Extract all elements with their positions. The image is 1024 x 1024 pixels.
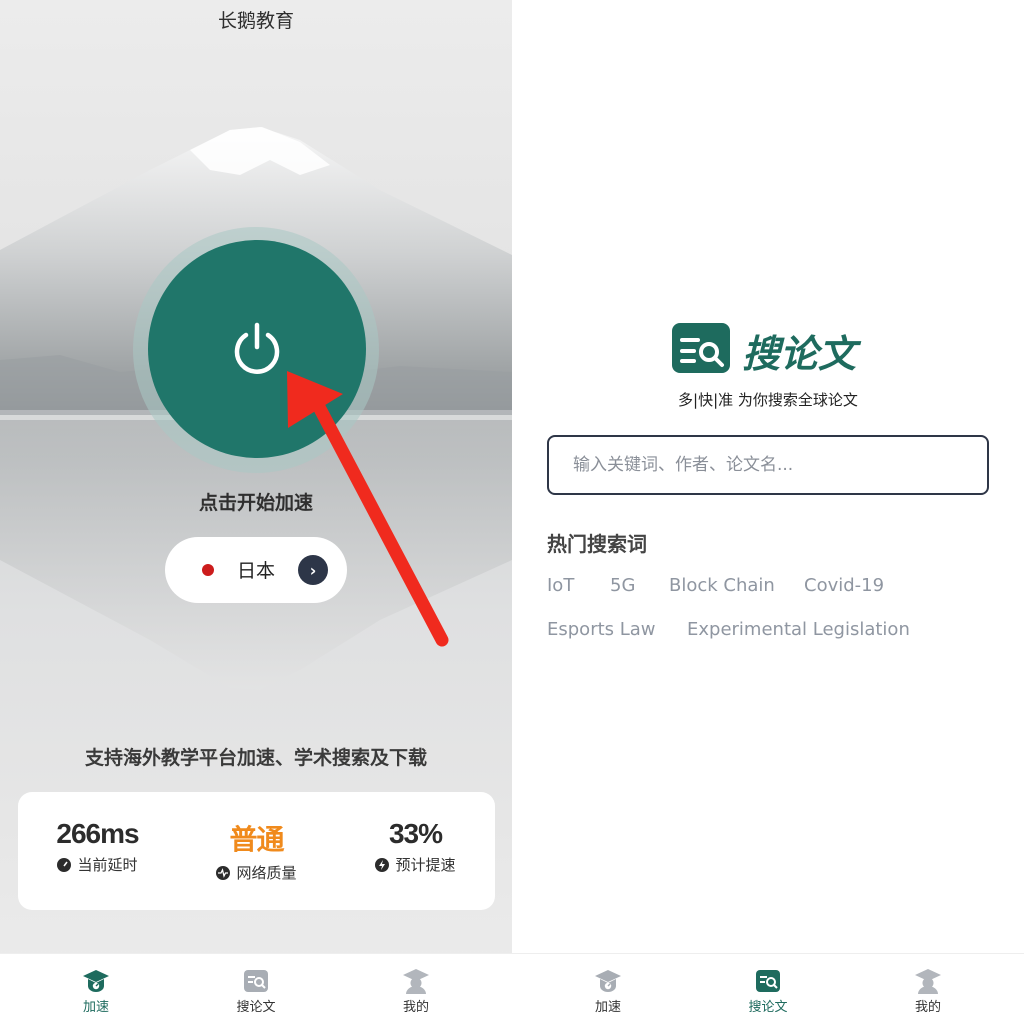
speedup-value: 33% [388,818,443,849]
slogan: 多|快|准 为你搜索全球论文 [678,391,858,409]
tab-profile[interactable]: 我的 [331,954,501,1024]
quality-stat: 普通 网络质量 [177,818,336,883]
tab-profile-label: 我的 [402,1000,429,1015]
hot-tag-covid-19[interactable]: Covid-19 [804,575,884,596]
quality-label-row: 网络质量 [177,862,336,883]
speedup-stat: 33% 预计提速 [336,818,495,875]
region-name: 日本 [237,560,276,582]
tab-search-paper-label: 搜论文 [748,1000,788,1015]
speedup-label: 预计提速 [395,856,456,874]
search-paper-icon [756,970,780,992]
paper-search-input[interactable] [547,435,989,495]
profile-cap-icon [403,969,429,994]
hot-search-title: 热门搜索词 [547,532,647,556]
latency-label-row: 当前延时 [18,854,177,875]
hot-tag-experimental-legislation[interactable]: Experimental Legislation [687,619,910,640]
power-button[interactable] [148,240,366,458]
latency-value: 266ms [56,818,139,849]
tab-profile[interactable]: 我的 [843,954,1013,1024]
tab-accelerate[interactable]: 加速 [11,954,181,1024]
app-title: 长鹅教育 [217,10,294,32]
tab-accelerate[interactable]: 加速 [523,954,693,1024]
accelerate-screen: 长鹅教育 点击开始加速 日本 › 支持海外教学平台加速、学术搜索及下载 266m… [0,0,512,1024]
hot-tag-iot[interactable]: IoT [547,575,574,596]
quality-label: 网络质量 [236,864,297,882]
hot-tag-esports-law[interactable]: Esports Law [547,619,656,640]
tab-search-paper[interactable]: 搜论文 [171,954,341,1024]
logo-text: 搜论文 [742,332,857,376]
chevron-right-icon: › [298,555,328,585]
search-paper-icon [244,970,268,992]
support-description: 支持海外教学平台加速、学术搜索及下载 [84,747,427,769]
search-paper-screen [512,0,1024,1024]
hot-tag-5g[interactable]: 5G [610,575,635,596]
gauge-icon [57,857,72,872]
tab-accelerate-label: 加速 [82,1000,109,1015]
pulse-icon [216,865,231,880]
japan-flag-icon [202,564,214,576]
tab-profile-label: 我的 [914,1000,941,1015]
latency-stat: 266ms 当前延时 [18,818,177,875]
tab-accelerate-label: 加速 [594,1000,621,1015]
profile-cap-icon [915,969,941,994]
latency-label: 当前延时 [77,856,138,874]
hot-tag-block-chain[interactable]: Block Chain [669,575,775,596]
tab-search-paper[interactable]: 搜论文 [683,954,853,1024]
power-icon [234,322,280,374]
bolt-icon [375,857,390,872]
graduation-cap-speed-icon [595,970,621,992]
graduation-cap-speed-icon [83,970,109,992]
region-selector[interactable]: 日本 › [165,537,347,603]
right-tab-bar: 加速 搜论文 我的 [512,953,1024,1024]
quality-value: 普通 [229,824,284,855]
start-accelerate-label: 点击开始加速 [198,492,313,514]
speedup-label-row: 预计提速 [336,854,495,875]
search-paper-logo-icon [672,323,730,373]
tab-search-paper-label: 搜论文 [236,1000,276,1015]
app-screens: 长鹅教育 点击开始加速 日本 › 支持海外教学平台加速、学术搜索及下载 266m… [0,0,1024,1024]
left-tab-bar: 加速 搜论文 我的 [0,953,512,1024]
network-stats-card: 266ms 当前延时 普通 网络质量 33% 预计提速 [18,792,495,910]
